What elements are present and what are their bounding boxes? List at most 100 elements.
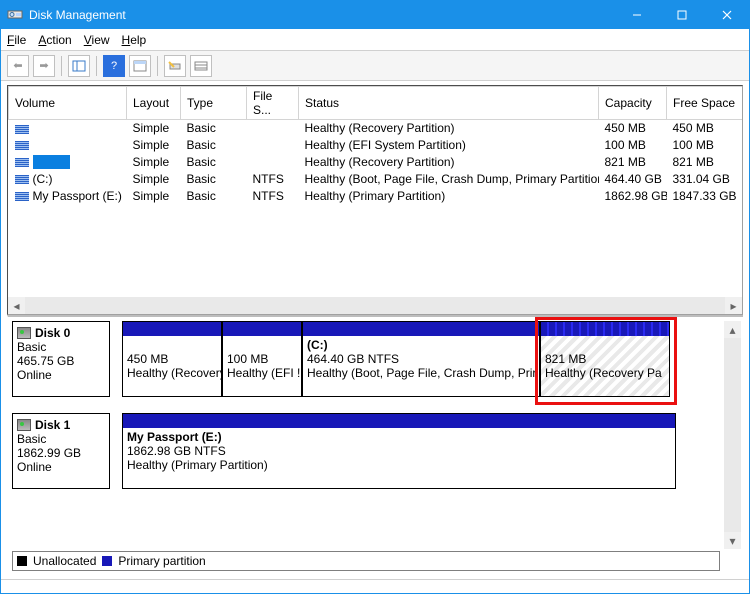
- menu-help[interactable]: Help: [122, 33, 147, 47]
- minimize-button[interactable]: [614, 1, 659, 29]
- menu-file[interactable]: File: [7, 33, 26, 47]
- content-area: VolumeLayoutTypeFile S...StatusCapacityF…: [1, 81, 749, 579]
- vertical-scrollbar[interactable]: ▴ ▾: [724, 321, 741, 549]
- scroll-track[interactable]: [25, 297, 725, 314]
- cell-free: 450 MB: [667, 120, 743, 137]
- table-row[interactable]: SimpleBasicHealthy (Recovery Partition)8…: [9, 154, 743, 171]
- disk-header[interactable]: Disk 1Basic1862.99 GBOnline: [12, 413, 110, 489]
- window: Disk Management File Action View Help ⬅ …: [0, 0, 750, 594]
- table-row[interactable]: My Passport (E:)SimpleBasicNTFSHealthy (…: [9, 188, 743, 205]
- cell-status: Healthy (EFI System Partition): [299, 137, 599, 154]
- menu-bar: File Action View Help: [1, 29, 749, 51]
- table-row[interactable]: SimpleBasicHealthy (Recovery Partition)4…: [9, 120, 743, 137]
- toolbar-separator: [61, 56, 62, 76]
- disk-size: 1862.99 GB: [17, 446, 105, 460]
- partition-strip: My Passport (E:)1862.98 GB NTFSHealthy (…: [122, 413, 723, 489]
- horizontal-scrollbar[interactable]: ◂ ▸: [8, 297, 742, 314]
- toolbar-button[interactable]: [190, 55, 212, 77]
- cell-status: Healthy (Boot, Page File, Crash Dump, Pr…: [299, 171, 599, 188]
- partition[interactable]: 450 MBHealthy (Recovery: [122, 321, 222, 397]
- column-header[interactable]: Free Space: [667, 87, 743, 120]
- column-header[interactable]: Type: [181, 87, 247, 120]
- disk-status: Online: [17, 368, 105, 382]
- status-bar: [1, 579, 749, 593]
- cell-layout: Simple: [127, 188, 181, 205]
- toolbar-separator: [96, 56, 97, 76]
- back-button[interactable]: ⬅: [7, 55, 29, 77]
- scroll-track[interactable]: [724, 338, 741, 532]
- partition-size: 1862.98 GB NTFS: [127, 444, 671, 458]
- scroll-right-arrow[interactable]: ▸: [725, 297, 742, 314]
- cell-layout: Simple: [127, 137, 181, 154]
- legend-unallocated-label: Unallocated: [33, 554, 96, 568]
- partition[interactable]: 821 MBHealthy (Recovery Pa: [540, 321, 670, 397]
- partition-size: 821 MB: [545, 352, 665, 366]
- volume-icon: [15, 158, 29, 167]
- scroll-up-arrow[interactable]: ▴: [724, 321, 741, 338]
- column-header[interactable]: File S...: [247, 87, 299, 120]
- table-row[interactable]: SimpleBasic Healthy (EFI System Partition…: [9, 137, 743, 154]
- cell-free: 821 MB: [667, 154, 743, 171]
- cell-cap: 450 MB: [599, 120, 667, 137]
- disk-row: Disk 0Basic465.75 GBOnline450 MBHealthy …: [12, 321, 723, 397]
- partition-size: 464.40 GB NTFS: [307, 352, 535, 366]
- cell-type: Basic: [181, 154, 247, 171]
- partition[interactable]: My Passport (E:)1862.98 GB NTFSHealthy (…: [122, 413, 676, 489]
- legend-unallocated-icon: [17, 556, 27, 566]
- disk-layout-view[interactable]: Disk 0Basic465.75 GBOnline450 MBHealthy …: [12, 321, 723, 549]
- cell-fs: NTFS: [247, 188, 299, 205]
- disk-mgmt-icon: [7, 6, 23, 25]
- partition[interactable]: (C:)464.40 GB NTFSHealthy (Boot, Page Fi…: [302, 321, 540, 397]
- volume-name: My Passport (E:): [33, 189, 122, 203]
- partition[interactable]: 100 MBHealthy (EFI !: [222, 321, 302, 397]
- scroll-down-arrow[interactable]: ▾: [724, 532, 741, 549]
- title-bar[interactable]: Disk Management: [1, 1, 749, 29]
- cell-fs: NTFS: [247, 171, 299, 188]
- cell-layout: Simple: [127, 171, 181, 188]
- column-header[interactable]: Capacity: [599, 87, 667, 120]
- table-row[interactable]: (C:)SimpleBasicNTFSHealthy (Boot, Page F…: [9, 171, 743, 188]
- menu-view[interactable]: View: [84, 33, 110, 47]
- maximize-button[interactable]: [659, 1, 704, 29]
- disk-name: Disk 1: [35, 418, 70, 432]
- cell-fs: [247, 120, 299, 137]
- disk-type: Basic: [17, 340, 105, 354]
- disk-name: Disk 0: [35, 326, 70, 340]
- toolbar-button[interactable]: [129, 55, 151, 77]
- partition-status: Healthy (Primary Partition): [127, 458, 671, 472]
- forward-button[interactable]: ➡: [33, 55, 55, 77]
- cell-free: 100 MB: [667, 137, 743, 154]
- close-button[interactable]: [704, 1, 749, 29]
- scroll-left-arrow[interactable]: ◂: [8, 297, 25, 314]
- toolbar-button[interactable]: [164, 55, 186, 77]
- show-hide-button[interactable]: [68, 55, 90, 77]
- column-header[interactable]: Status: [299, 87, 599, 120]
- cell-type: Basic: [181, 188, 247, 205]
- cell-free: 331.04 GB: [667, 171, 743, 188]
- cell-status: Healthy (Recovery Partition): [299, 120, 599, 137]
- volume-icon: [15, 192, 29, 201]
- disk-header[interactable]: Disk 0Basic465.75 GBOnline: [12, 321, 110, 397]
- partition-status: Healthy (Recovery Pa: [545, 366, 665, 380]
- partition-status: Healthy (Boot, Page File, Crash Dump, Pr…: [307, 366, 535, 380]
- window-title: Disk Management: [29, 8, 614, 22]
- disk-type: Basic: [17, 432, 105, 446]
- hdd-icon: [17, 327, 31, 339]
- disk-size: 465.75 GB: [17, 354, 105, 368]
- cell-type: Basic: [181, 137, 247, 154]
- disk-row: Disk 1Basic1862.99 GBOnlineMy Passport (…: [12, 413, 723, 489]
- toolbar-separator: [157, 56, 158, 76]
- help-button[interactable]: ?: [103, 55, 125, 77]
- legend-primary-label: Primary partition: [118, 554, 205, 568]
- partition-size: 100 MB: [227, 352, 297, 366]
- cell-cap: 100 MB: [599, 137, 667, 154]
- column-header[interactable]: Layout: [127, 87, 181, 120]
- cell-fs: [247, 154, 299, 171]
- menu-action[interactable]: Action: [38, 33, 71, 47]
- cell-layout: Simple: [127, 120, 181, 137]
- volume-table[interactable]: VolumeLayoutTypeFile S...StatusCapacityF…: [8, 86, 742, 205]
- cell-cap: 464.40 GB: [599, 171, 667, 188]
- partition-strip: 450 MBHealthy (Recovery100 MBHealthy (EF…: [122, 321, 723, 397]
- column-header[interactable]: Volume: [9, 87, 127, 120]
- volume-name: [33, 155, 70, 169]
